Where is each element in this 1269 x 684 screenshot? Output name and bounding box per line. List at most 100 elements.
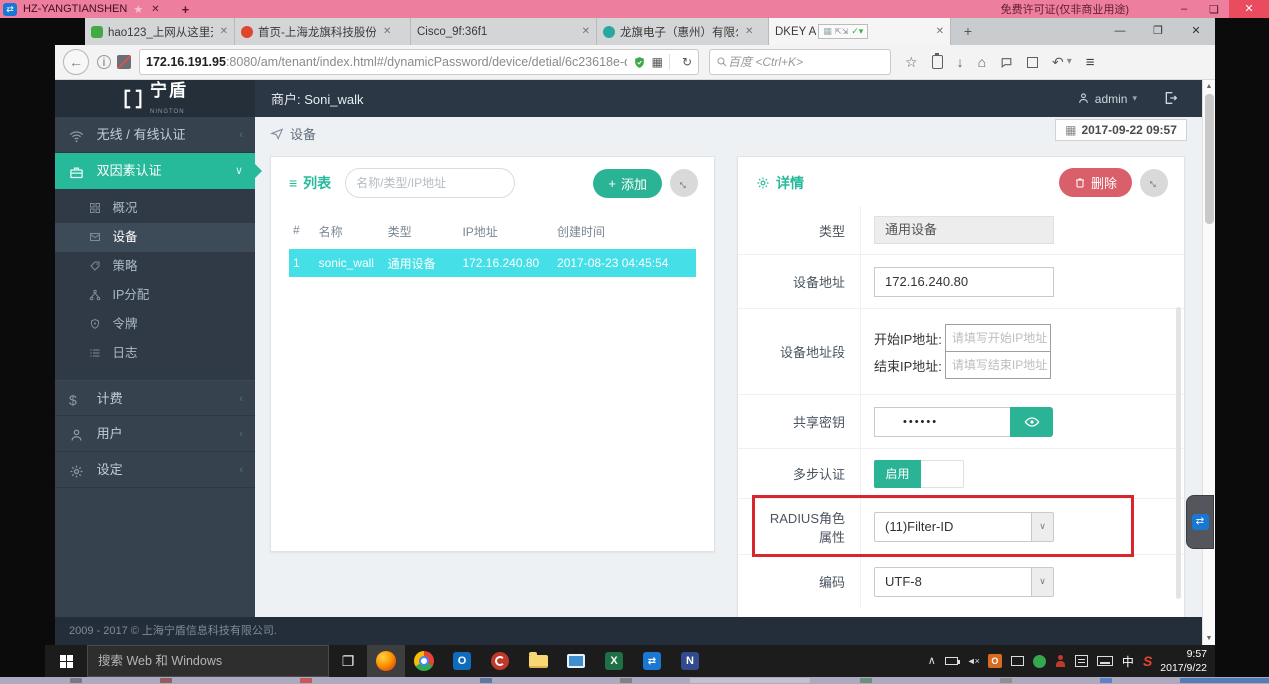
app-logo[interactable]: 宁盾 NINGTON [55, 80, 255, 117]
teamviewer-new-tab-button[interactable]: + [182, 2, 190, 17]
browser-tab-dkey-active[interactable]: DKEY A ▦ ⇱⇲ ✓▾ ✕ [769, 18, 951, 45]
sidebar-item-log[interactable]: 日志 [55, 339, 255, 368]
taskbar-teamviewer[interactable]: ⇄ [633, 645, 671, 677]
sidebar-item-settings[interactable]: 设定 ‹ [55, 452, 255, 488]
tab-close-icon[interactable]: ✕ [582, 26, 590, 37]
tab-close-icon[interactable]: ✕ [383, 26, 391, 37]
delete-device-button[interactable]: 删除 [1058, 168, 1132, 197]
tab-close-icon[interactable]: ✕ [745, 26, 753, 37]
browser-tab-longcheer-hz[interactable]: 龙旗电子（惠州）有限公司 ✕ [597, 18, 769, 45]
sogou-ime-icon[interactable]: S [1143, 653, 1152, 669]
browser-scrollbar[interactable]: ▲ ▼ [1202, 80, 1215, 645]
reload-icon[interactable]: ↻ [682, 55, 692, 69]
browser-restore-button[interactable]: ❐ [1139, 18, 1177, 45]
tab-close-icon[interactable]: ✕ [936, 26, 944, 37]
show-secret-button[interactable] [1010, 406, 1053, 437]
menu-icon[interactable]: ≡ [1086, 54, 1095, 71]
sidebar-item-policy[interactable]: 策略 [55, 252, 255, 281]
expand-detail-button[interactable]: ↔ [1140, 168, 1168, 197]
plugin-blocked-icon[interactable] [117, 55, 131, 69]
task-view-button[interactable]: ❐ [329, 645, 367, 677]
taskbar-search-box[interactable] [87, 645, 329, 677]
start-button[interactable] [45, 645, 87, 677]
scrollbar-thumb[interactable] [1205, 94, 1214, 224]
security-shield-icon[interactable] [633, 55, 646, 69]
radius-attribute-select[interactable]: (11)Filter-ID ∨ [874, 511, 1054, 542]
library-icon[interactable] [931, 53, 943, 69]
browser-tab-cisco[interactable]: Cisco_9f:36f1 ✕ [411, 18, 597, 45]
network-icon[interactable] [1010, 656, 1024, 666]
teamviewer-maximize-button[interactable]: ❏ [1199, 3, 1229, 16]
antivirus-icon[interactable] [1032, 654, 1046, 668]
sidebar-item-user[interactable]: 用户 ‹ [55, 416, 255, 452]
web-search-input[interactable] [728, 55, 868, 69]
confirm-dropdown-icon[interactable]: ✓▾ [851, 26, 863, 37]
end-ip-input[interactable] [944, 351, 1051, 379]
chat-icon[interactable] [1000, 55, 1013, 70]
expand-list-button[interactable]: ↔ [670, 169, 698, 197]
teamviewer-close-button[interactable]: ✕ [1229, 0, 1269, 18]
browser-minimize-button[interactable]: — [1101, 18, 1139, 45]
sidebar-item-wireless-auth[interactable]: 无线 / 有线认证 ‹ [55, 117, 255, 153]
page-info-icon[interactable]: i [97, 55, 111, 69]
taskbar-notes-app[interactable]: N [671, 645, 709, 677]
toggle-off-segment[interactable] [921, 459, 964, 488]
favorite-star-icon[interactable]: ★ [133, 3, 143, 16]
taskbar-search-input[interactable] [88, 646, 328, 676]
contact-app-icon[interactable] [1055, 654, 1066, 668]
scroll-up-icon[interactable]: ▲ [1203, 80, 1215, 93]
teamviewer-tab-close-icon[interactable]: ✕ [151, 4, 159, 15]
qr-code-icon[interactable]: ▦ [652, 55, 663, 69]
taskbar-mail-app[interactable] [481, 645, 519, 677]
logout-button[interactable] [1163, 90, 1179, 108]
bookmark-star-icon[interactable]: ☆ [905, 55, 918, 69]
device-search-box[interactable] [345, 168, 516, 198]
back-button[interactable]: ← [63, 49, 89, 75]
device-search-input[interactable] [356, 176, 512, 190]
toggle-on-label[interactable]: 启用 [874, 459, 921, 488]
tray-expand-icon[interactable]: ∧ [928, 655, 936, 667]
taskbar-excel[interactable]: X [595, 645, 633, 677]
browser-tab-hao123[interactable]: hao123_上网从这里开始 ✕ [85, 18, 235, 45]
encoding-select[interactable]: UTF-8 ∨ [874, 566, 1054, 597]
teamviewer-side-tab[interactable]: ⇄ [1186, 495, 1214, 549]
taskbar-firefox[interactable] [367, 645, 405, 677]
sidebar-item-ip-allocation[interactable]: IP分配 [55, 281, 255, 310]
web-search-box[interactable] [709, 49, 891, 75]
volume-muted-icon[interactable]: ◄× [967, 656, 980, 666]
device-address-input[interactable] [874, 266, 1054, 297]
admin-menu[interactable]: admin ▾ [1077, 92, 1137, 106]
taskbar-chrome[interactable] [405, 645, 443, 677]
multi-step-toggle[interactable]: 启用 [874, 459, 964, 488]
taskbar-remote-app[interactable] [557, 645, 595, 677]
sidebar-item-device[interactable]: 设备 [55, 223, 255, 252]
battery-icon[interactable] [944, 657, 960, 665]
taskbar-explorer[interactable] [519, 645, 557, 677]
sidebar-item-two-factor-auth[interactable]: 双因素认证 ∨ [55, 153, 262, 189]
ime-indicator[interactable]: 中 [1122, 653, 1134, 670]
taskbar-clock[interactable]: 9:57 2017/9/22 [1160, 647, 1207, 675]
downloads-icon[interactable]: ↓ [957, 55, 964, 69]
teamviewer-minimize-button[interactable]: – [1169, 3, 1199, 15]
sidebar-item-billing[interactable]: $ 计费 ‹ [55, 380, 255, 416]
undo-dropdown-icon[interactable]: ▾ [1067, 57, 1072, 67]
datetime-widget[interactable]: ▦ 2017-09-22 09:57 [1055, 119, 1187, 141]
screenshot-crop-icon[interactable] [1027, 56, 1039, 68]
table-row-selected[interactable]: 1 sonic_wall 通用设备 172.16.240.80 2017-08-… [289, 249, 696, 277]
sidebar-item-overview[interactable]: 概况 [55, 194, 255, 223]
browser-tab-longcheer-home[interactable]: 首页-上海龙旗科技股份有限 ✕ [235, 18, 411, 45]
home-icon[interactable]: ⌂ [978, 55, 986, 69]
notes-tray-icon[interactable] [1074, 655, 1088, 667]
outlook-tray-icon[interactable]: O [987, 654, 1002, 668]
undo-icon[interactable]: ↶ [1052, 55, 1064, 69]
add-device-button[interactable]: + 添加 [593, 168, 662, 198]
screenshot-overlay-widget[interactable]: ▦ ⇱⇲ ✓▾ [818, 24, 869, 39]
start-ip-input[interactable] [944, 324, 1051, 352]
panel-scrollbar-thumb[interactable] [1176, 307, 1181, 599]
shared-secret-input[interactable] [874, 406, 1011, 437]
scroll-down-icon[interactable]: ▼ [1203, 632, 1215, 645]
new-tab-button[interactable]: + [951, 18, 985, 45]
keyboard-icon[interactable] [1096, 656, 1113, 666]
tab-close-icon[interactable]: ✕ [220, 26, 228, 37]
taskbar-outlook[interactable]: O [443, 645, 481, 677]
